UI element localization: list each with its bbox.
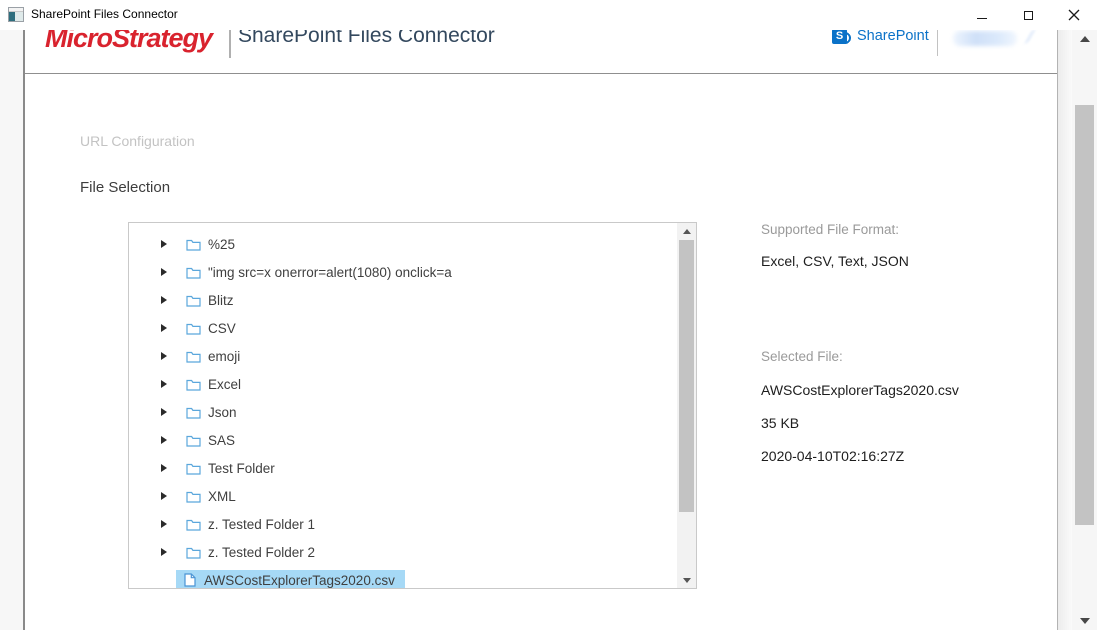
tree-scrollbar[interactable] [677, 223, 696, 588]
app-icon [8, 7, 24, 22]
selected-file-name: AWSCostExplorerTags2020.csv [761, 382, 959, 398]
expand-arrow-icon[interactable] [161, 408, 167, 416]
tree-item[interactable]: Test Folder [129, 454, 677, 482]
supported-format-value: Excel, CSV, Text, JSON [761, 253, 909, 269]
tree-item[interactable]: Json [129, 398, 677, 426]
tree-item-label: Blitz [208, 293, 234, 308]
arrow-up-icon [1080, 36, 1090, 42]
folder-icon [186, 266, 201, 279]
titlebar: SharePoint Files Connector [0, 0, 1097, 30]
window-scroll-up-button[interactable] [1072, 30, 1097, 48]
tree-item[interactable]: Blitz [129, 286, 677, 314]
minimize-icon [977, 18, 987, 19]
tree-item-label: XML [208, 489, 236, 504]
selected-file-highlight[interactable]: AWSCostExplorerTags2020.csv [176, 570, 405, 589]
tree-item-label: AWSCostExplorerTags2020.csv [204, 573, 395, 588]
arrow-down-icon [1080, 618, 1090, 624]
header-divider [229, 30, 231, 58]
redacted-username [953, 31, 1017, 46]
folder-icon [186, 518, 201, 531]
step-url-configuration: URL Configuration [80, 133, 195, 149]
page-header: MicroStrategy SharePoint Files Connector… [25, 30, 1057, 74]
sharepoint-icon: S [832, 30, 847, 44]
folder-icon [186, 294, 201, 307]
tree-item-label: emoji [208, 349, 240, 364]
tree-item[interactable]: z. Tested Folder 2 [129, 538, 677, 566]
folder-icon [186, 434, 201, 447]
expand-arrow-icon[interactable] [161, 492, 167, 500]
redacted-username-tail [1017, 30, 1035, 43]
arrow-down-icon [683, 578, 691, 583]
step-file-selection: File Selection [80, 179, 170, 196]
expand-arrow-icon[interactable] [161, 240, 167, 248]
tree-scroll-up-button[interactable] [677, 223, 696, 239]
expand-arrow-icon[interactable] [161, 324, 167, 332]
sharepoint-label: SharePoint [857, 30, 929, 44]
microstrategy-logo: MicroStrategy [45, 30, 212, 54]
arrow-up-icon [683, 229, 691, 234]
tree-item-label: z. Tested Folder 2 [208, 545, 315, 560]
close-icon [1068, 9, 1080, 21]
folder-icon [186, 462, 201, 475]
window-scrollbar-thumb[interactable] [1075, 105, 1094, 525]
tree-item-selected-file[interactable]: AWSCostExplorerTags2020.csv [129, 566, 677, 588]
maximize-button[interactable] [1005, 0, 1051, 30]
left-gutter [0, 30, 25, 630]
folder-icon [186, 406, 201, 419]
tree-item[interactable]: %25 [129, 230, 677, 258]
tree-item[interactable]: Excel [129, 370, 677, 398]
expand-arrow-icon[interactable] [161, 548, 167, 556]
supported-format-label: Supported File Format: [761, 222, 899, 237]
folder-icon [186, 322, 201, 335]
tree-item-label: %25 [208, 237, 235, 252]
sharepoint-brand: S SharePoint [832, 30, 929, 44]
tree-item-label: Excel [208, 377, 241, 392]
folder-icon [186, 350, 201, 363]
tree-item[interactable]: CSV [129, 314, 677, 342]
tree-item-label: CSV [208, 321, 236, 336]
tree-item[interactable]: "img src=x onerror=alert(1080) onclick=a [129, 258, 677, 286]
folder-icon [186, 238, 201, 251]
minimize-button[interactable] [959, 0, 1005, 30]
file-tree: %25 "img src=x onerror=alert(1080) oncli… [129, 223, 677, 588]
tree-item[interactable]: emoji [129, 342, 677, 370]
folder-icon [186, 546, 201, 559]
tree-scrollbar-thumb[interactable] [679, 240, 694, 512]
folder-icon [186, 490, 201, 503]
expand-arrow-icon[interactable] [161, 268, 167, 276]
page-title: SharePoint Files Connector [238, 30, 495, 48]
expand-arrow-icon[interactable] [161, 296, 167, 304]
tree-item-label: SAS [208, 433, 235, 448]
file-icon [184, 573, 196, 587]
tree-item[interactable]: z. Tested Folder 1 [129, 510, 677, 538]
expand-arrow-icon[interactable] [161, 464, 167, 472]
expand-arrow-icon[interactable] [161, 436, 167, 444]
tree-item-label: z. Tested Folder 1 [208, 517, 315, 532]
expand-arrow-icon[interactable] [161, 352, 167, 360]
window-title: SharePoint Files Connector [31, 7, 178, 21]
selected-file-size: 35 KB [761, 415, 799, 431]
maximize-icon [1024, 11, 1033, 20]
selected-file-timestamp: 2020-04-10T02:16:27Z [761, 448, 904, 464]
close-button[interactable] [1051, 0, 1097, 30]
header-divider-2 [937, 30, 938, 56]
caption-buttons [959, 0, 1097, 30]
expand-arrow-icon[interactable] [161, 520, 167, 528]
folder-icon [186, 378, 201, 391]
tree-scroll-down-button[interactable] [677, 572, 696, 588]
tree-item-label: Json [208, 405, 237, 420]
window-scroll-down-button[interactable] [1072, 612, 1097, 630]
tree-item[interactable]: SAS [129, 426, 677, 454]
tree-item-label: Test Folder [208, 461, 275, 476]
tree-item-label: "img src=x onerror=alert(1080) onclick=a [208, 265, 452, 280]
file-tree-panel: %25 "img src=x onerror=alert(1080) oncli… [128, 222, 697, 589]
expand-arrow-icon[interactable] [161, 380, 167, 388]
window-scrollbar[interactable] [1072, 30, 1097, 630]
selected-file-label: Selected File: [761, 349, 843, 364]
app-window: SharePoint Files Connector MicroStrategy… [0, 0, 1097, 630]
right-gutter [1058, 30, 1072, 630]
tree-item[interactable]: XML [129, 482, 677, 510]
